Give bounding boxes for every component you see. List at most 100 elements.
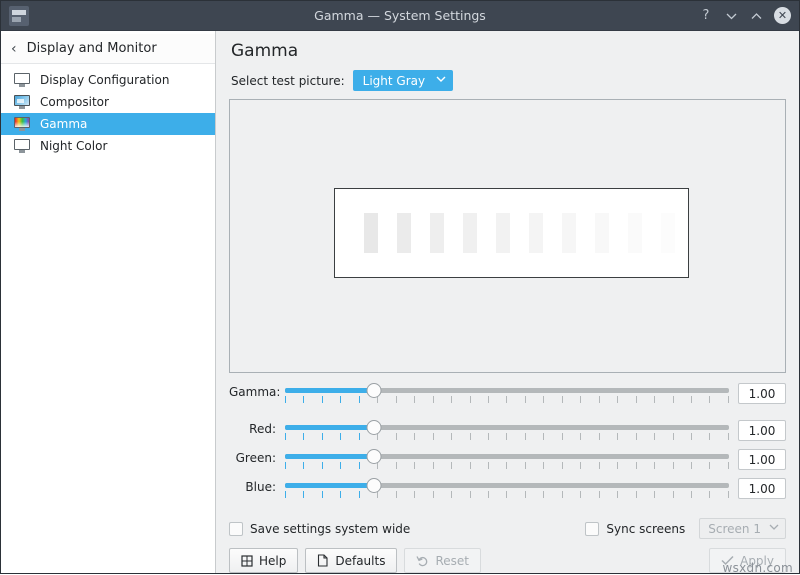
slider-tick	[543, 462, 544, 469]
sidebar-item-label: Display Configuration	[40, 73, 169, 87]
slider-row-green: Green: 1.00	[229, 449, 786, 473]
slider-tick	[673, 462, 674, 469]
slider-tick	[322, 433, 323, 440]
red-value-spinbox[interactable]: 1.00	[738, 420, 786, 441]
help-button[interactable]: Help	[229, 548, 298, 573]
slider-tick	[340, 433, 341, 440]
gray-bars	[364, 213, 675, 253]
titlebar-help-icon[interactable]: ?	[699, 9, 713, 22]
slider-tick	[414, 433, 415, 440]
gray-bar-1	[364, 213, 378, 253]
document-icon	[317, 554, 329, 567]
slider-tick	[488, 491, 489, 498]
monitor-gamma-icon	[14, 117, 30, 131]
slider-handle[interactable]	[366, 383, 381, 398]
minimize-icon[interactable]	[724, 12, 738, 20]
red-slider[interactable]	[285, 420, 729, 444]
close-icon[interactable]: ✕	[774, 7, 791, 24]
monitor-compositor-icon	[14, 95, 30, 109]
slider-tick	[285, 491, 286, 498]
maximize-icon[interactable]	[749, 12, 763, 20]
slider-fill	[285, 425, 374, 430]
save-system-wide-checkbox[interactable]	[229, 522, 243, 536]
slider-tick	[543, 491, 544, 498]
defaults-button[interactable]: Defaults	[305, 548, 397, 573]
slider-handle[interactable]	[366, 420, 381, 435]
slider-tick	[562, 462, 563, 469]
gamma-sliders: Gamma: 1.00 Red:	[229, 383, 786, 507]
slider-tick	[691, 396, 692, 403]
title-bar: Gamma — System Settings ? ✕	[1, 1, 799, 31]
gray-bar-7	[562, 213, 576, 253]
slider-tick	[303, 491, 304, 498]
sidebar: ‹ Display and Monitor Display Configurat…	[1, 31, 216, 573]
gamma-slider[interactable]	[285, 383, 729, 407]
blue-slider[interactable]	[285, 478, 729, 502]
slider-tick	[580, 433, 581, 440]
slider-tick	[359, 396, 360, 403]
slider-tick	[488, 433, 489, 440]
slider-fill	[285, 454, 374, 459]
screen-select-combobox[interactable]: Screen 1	[699, 518, 786, 539]
slider-tick	[285, 396, 286, 403]
green-value-spinbox[interactable]: 1.00	[738, 449, 786, 470]
slider-tick	[506, 491, 507, 498]
sync-screens-label: Sync screens	[606, 522, 685, 536]
slider-tick	[728, 433, 729, 440]
slider-tick	[303, 433, 304, 440]
slider-tick	[396, 462, 397, 469]
slider-tick	[470, 433, 471, 440]
sidebar-header[interactable]: ‹ Display and Monitor	[1, 34, 215, 64]
slider-tick	[322, 396, 323, 403]
slider-tick	[433, 396, 434, 403]
sidebar-item-gamma[interactable]: Gamma	[1, 113, 215, 135]
window-title: Gamma — System Settings	[1, 8, 799, 23]
slider-tick	[359, 462, 360, 469]
slider-tick	[451, 396, 452, 403]
screen-select-value: Screen 1	[708, 522, 761, 536]
sidebar-item-label: Gamma	[40, 117, 87, 131]
slider-tick	[525, 462, 526, 469]
slider-tick	[599, 462, 600, 469]
slider-tick	[359, 433, 360, 440]
slider-handle[interactable]	[366, 478, 381, 493]
slider-tick	[599, 491, 600, 498]
slider-tick	[470, 462, 471, 469]
sidebar-item-night-color[interactable]: Night Color	[1, 135, 215, 157]
sidebar-item-compositor[interactable]: Compositor	[1, 91, 215, 113]
slider-tick	[340, 462, 341, 469]
slider-tick	[654, 462, 655, 469]
test-picture-preview	[229, 99, 786, 373]
slider-tick	[728, 491, 729, 498]
slider-tick	[562, 396, 563, 403]
green-slider[interactable]	[285, 449, 729, 473]
slider-handle[interactable]	[366, 449, 381, 464]
watermark: wsxdn.com	[722, 561, 793, 575]
slider-tick	[525, 433, 526, 440]
slider-tick	[728, 462, 729, 469]
slider-tick	[709, 396, 710, 403]
test-picture-combobox[interactable]: Light Gray	[353, 70, 453, 91]
slider-tick	[414, 462, 415, 469]
window-controls: ? ✕	[699, 7, 791, 24]
test-picture-label: Select test picture:	[231, 74, 345, 88]
slider-tick	[322, 462, 323, 469]
slider-tick	[617, 491, 618, 498]
back-chevron-icon[interactable]: ‹	[9, 42, 19, 56]
slider-tick	[599, 433, 600, 440]
slider-tick	[414, 396, 415, 403]
help-book-icon	[241, 555, 253, 567]
slider-tick	[691, 433, 692, 440]
gamma-value-spinbox[interactable]: 1.00	[738, 383, 786, 404]
sync-screens-checkbox[interactable]	[585, 522, 599, 536]
bottom-controls: Save settings system wide Sync screens S…	[229, 507, 786, 573]
gray-bar-8	[595, 213, 609, 253]
gray-bar-3	[430, 213, 444, 253]
slider-row-blue: Blue: 1.00	[229, 478, 786, 502]
sidebar-item-display-configuration[interactable]: Display Configuration	[1, 69, 215, 91]
blue-value-spinbox[interactable]: 1.00	[738, 478, 786, 499]
slider-tick	[562, 491, 563, 498]
reset-button[interactable]: Reset	[404, 548, 481, 573]
slider-tick	[433, 491, 434, 498]
slider-tick	[396, 433, 397, 440]
